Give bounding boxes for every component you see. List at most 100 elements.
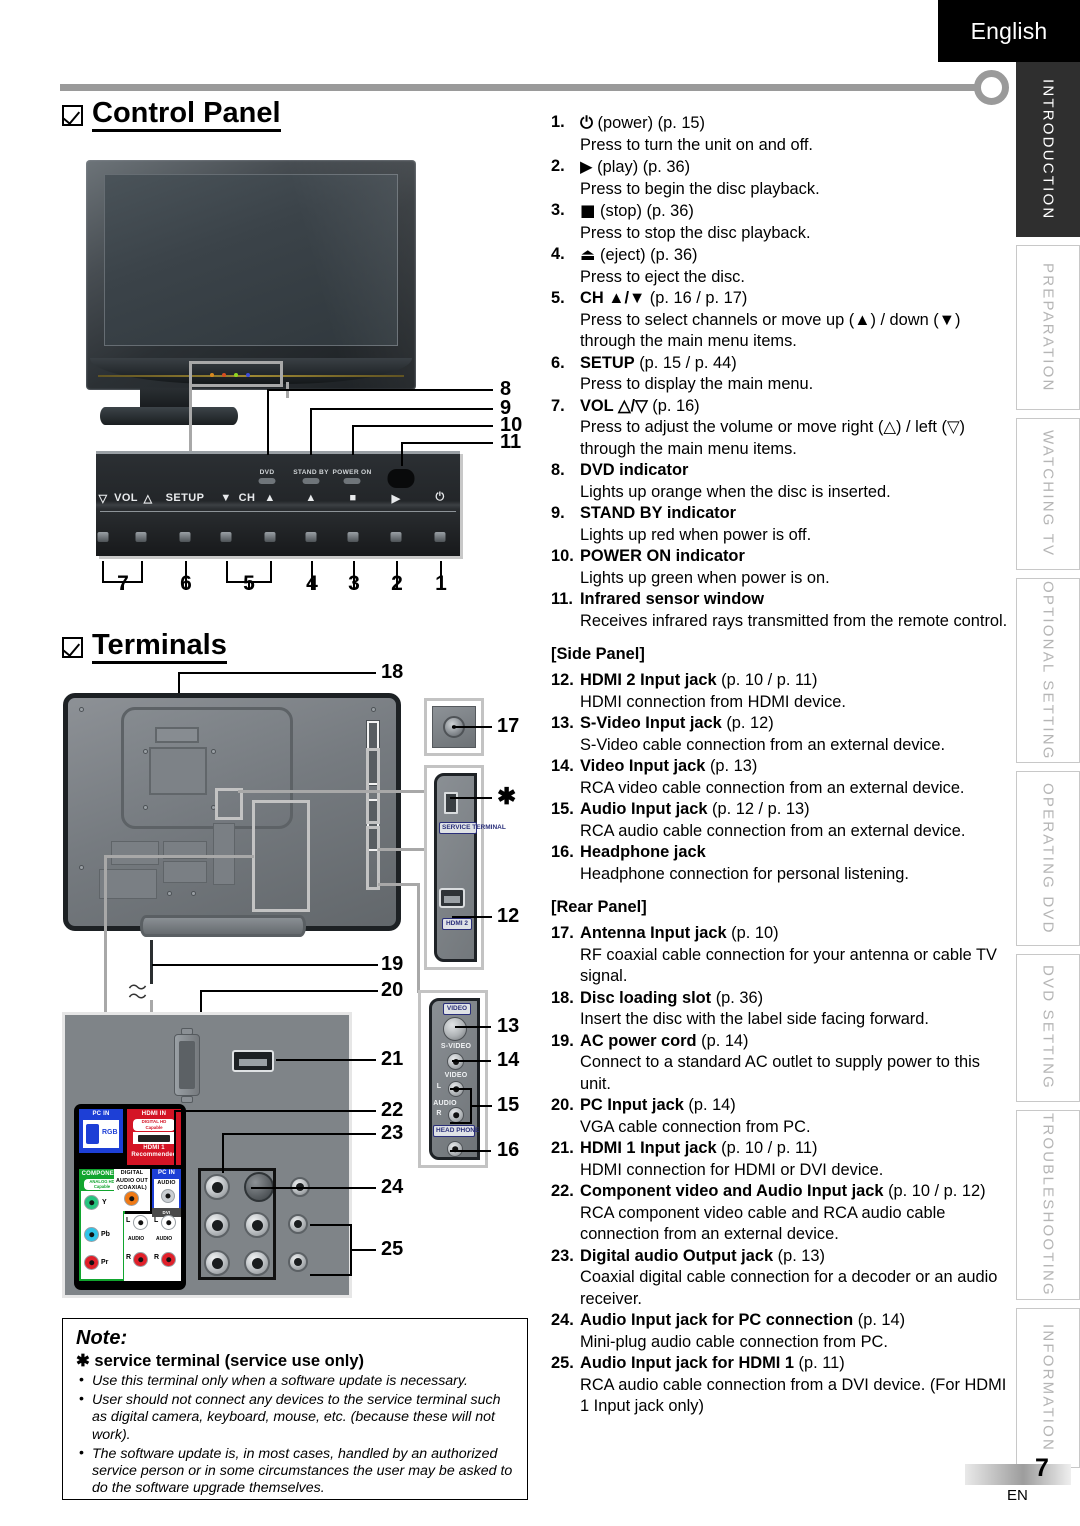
headphone-jack-icon [447,1141,463,1157]
section-tab-dvd-setting[interactable]: DVD SETTING [1016,954,1080,1102]
setup-label: SETUP [165,492,205,504]
audio-r-label: R [436,1110,442,1117]
list-item: 3. ■ (stop) (p. 36) [551,200,1014,223]
list-item-number: 2. [551,157,565,175]
list-item-number: 20. [551,1096,574,1114]
legend-digital-audio-out: DIGITAL AUDIO OUT (COAXIAL) [115,1170,149,1191]
callout-number-17: 17 [497,715,520,737]
s-video-jack-icon [443,1017,467,1041]
legend-audio-small-2: AUDIO [156,1236,173,1242]
callout-number-12: 12 [497,905,520,927]
button-stop [347,532,359,542]
callout-number-16: 16 [497,1139,520,1161]
section-tab-introduction[interactable]: INTRODUCTION [1016,62,1080,237]
list-item-title: Headphone jack [580,843,706,861]
highlight-slot-lower [366,826,380,890]
button-eject [305,532,317,542]
legend-dvi-r: R [154,1254,160,1261]
list-item-description: RCA video cable connection from an exter… [580,778,965,797]
tv-front-illustration [86,160,416,390]
lead-13 [455,1026,491,1029]
callout-number-11: 11 [500,431,522,453]
note-bullet: Use this terminal only when a software u… [76,1372,515,1390]
hdmi1-audio-l-jack [288,1214,308,1234]
rear-jack-board: PC IN RGB HDMI IN DIGITAL HD Capable HDM… [62,1012,352,1298]
rear-vent-5 [99,869,157,899]
rear-vent-3 [163,861,207,883]
section-tab-operating-dvd[interactable]: OPERATING DVD [1016,771,1080,946]
section-tab-optional-setting[interactable]: OPTIONAL SETTING [1016,578,1080,763]
lead-9 [310,408,493,411]
ac-cord-wave-icon: 〜〜 [128,978,147,1008]
rear-vent-4 [213,823,235,885]
list-item-title: ⏏ (eject) (p. 36) [580,245,698,264]
legend-pr-jack [84,1255,99,1270]
list-item-description: S-Video cable connection from an externa… [580,735,946,754]
lead-20 [200,990,378,993]
callout-number-4: 4 [306,572,318,595]
section-tab-information[interactable]: INFORMATION [1016,1308,1080,1468]
rear-screw-8 [167,891,172,896]
list-item-title: Audio Input jack for HDMI 1 (p. 11) [580,1354,845,1372]
control-panel-divider [100,511,456,512]
list-item-number: 22. [551,1182,574,1200]
callout-number-25: 25 [381,1238,404,1260]
list-item-description: Receives infrared rays transmitted from … [580,611,1008,630]
service-terminal-asterisk: ✱ [497,783,517,809]
list-item-number: 24. [551,1311,574,1329]
list-item-description: Coaxial digital cable connection for a d… [580,1268,998,1308]
list-item-number: 21. [551,1139,574,1157]
list-item-number: 14. [551,757,574,775]
list-item-title: Audio Input jack for PC connection (p. 1… [580,1311,906,1329]
callout-number-14: 14 [497,1049,520,1071]
list-item-number: 25. [551,1354,574,1372]
list-item: 7. VOL △/▽ (p. 16) [551,396,1014,418]
note-box: Note: ✱ service terminal (service use on… [62,1318,528,1500]
lead-board-horiz [104,855,254,858]
rear-screw-3 [79,865,84,870]
list-item: 20. PC Input jack (p. 14) [551,1095,1014,1117]
video-tag: VIDEO [443,1003,471,1015]
note-bullet: The software update is, in most cases, h… [76,1445,515,1498]
vol-down-glyph: ▽ [98,493,108,505]
standby-indicator-label: STAND BY [293,469,329,476]
list-item-title: Disc loading slot (p. 36) [580,988,764,1007]
highlight-component-cluster [198,1168,276,1280]
ac-power-cord [150,940,153,984]
list-item-title: POWER ON indicator [580,547,745,565]
brace-25-bot [310,1274,352,1277]
side-panel-heading: [Side Panel] [551,645,645,663]
rear-screw-6 [143,805,148,810]
section-tab-preparation[interactable]: PREPARATION [1016,245,1080,410]
list-item-description: RCA component video cable and RCA audio … [580,1203,946,1244]
lead-18 [178,672,376,675]
button-ch-down [220,532,232,542]
control-panel-highlight-box [189,361,283,387]
list-item-description: RCA audio cable connection from an exter… [580,821,966,840]
service-terminal-usb-icon [444,792,458,814]
lead-22 [174,1110,376,1113]
description-list-column: 1. ⏻ (power) (p. 15) Press to turn the uni… [551,112,1014,1418]
list-item-description: Press to eject the disc. [580,267,745,286]
list-item-title: STAND BY indicator [580,504,737,522]
side-panel-inset-top: SERVICE TERMINAL HDMI 2 [424,765,506,970]
button-vol-up [135,532,147,542]
section-tab-label: PREPARATION [1039,262,1057,393]
list-item: 14. Video Input jack (p. 13) [551,756,1014,778]
stem-5a [226,561,229,583]
legend-dvi-r-jack [161,1252,176,1267]
stem-7b [141,561,144,583]
section-title-terminals: Terminals [62,630,227,665]
section-tab-watching-tv[interactable]: WATCHING TV [1016,418,1080,570]
lead-side-inset-vert [417,883,420,993]
section-tab-label: TROUBLESHOOTING [1039,1113,1057,1297]
section-tab-troubleshooting[interactable]: TROUBLESHOOTING [1016,1110,1080,1300]
stem-5b [270,561,273,583]
list-item-number: 19. [551,1031,574,1050]
list-item: 6. SETUP (p. 15 / p. 44) [551,353,1014,375]
list-item: 10. POWER ON indicator [551,546,1014,568]
brace-15-top [450,1088,472,1091]
list-item-title: Audio Input jack (p. 12 / p. 13) [580,800,810,818]
tv-stand-base [100,407,238,425]
eject-glyph: ▲ [305,492,317,504]
